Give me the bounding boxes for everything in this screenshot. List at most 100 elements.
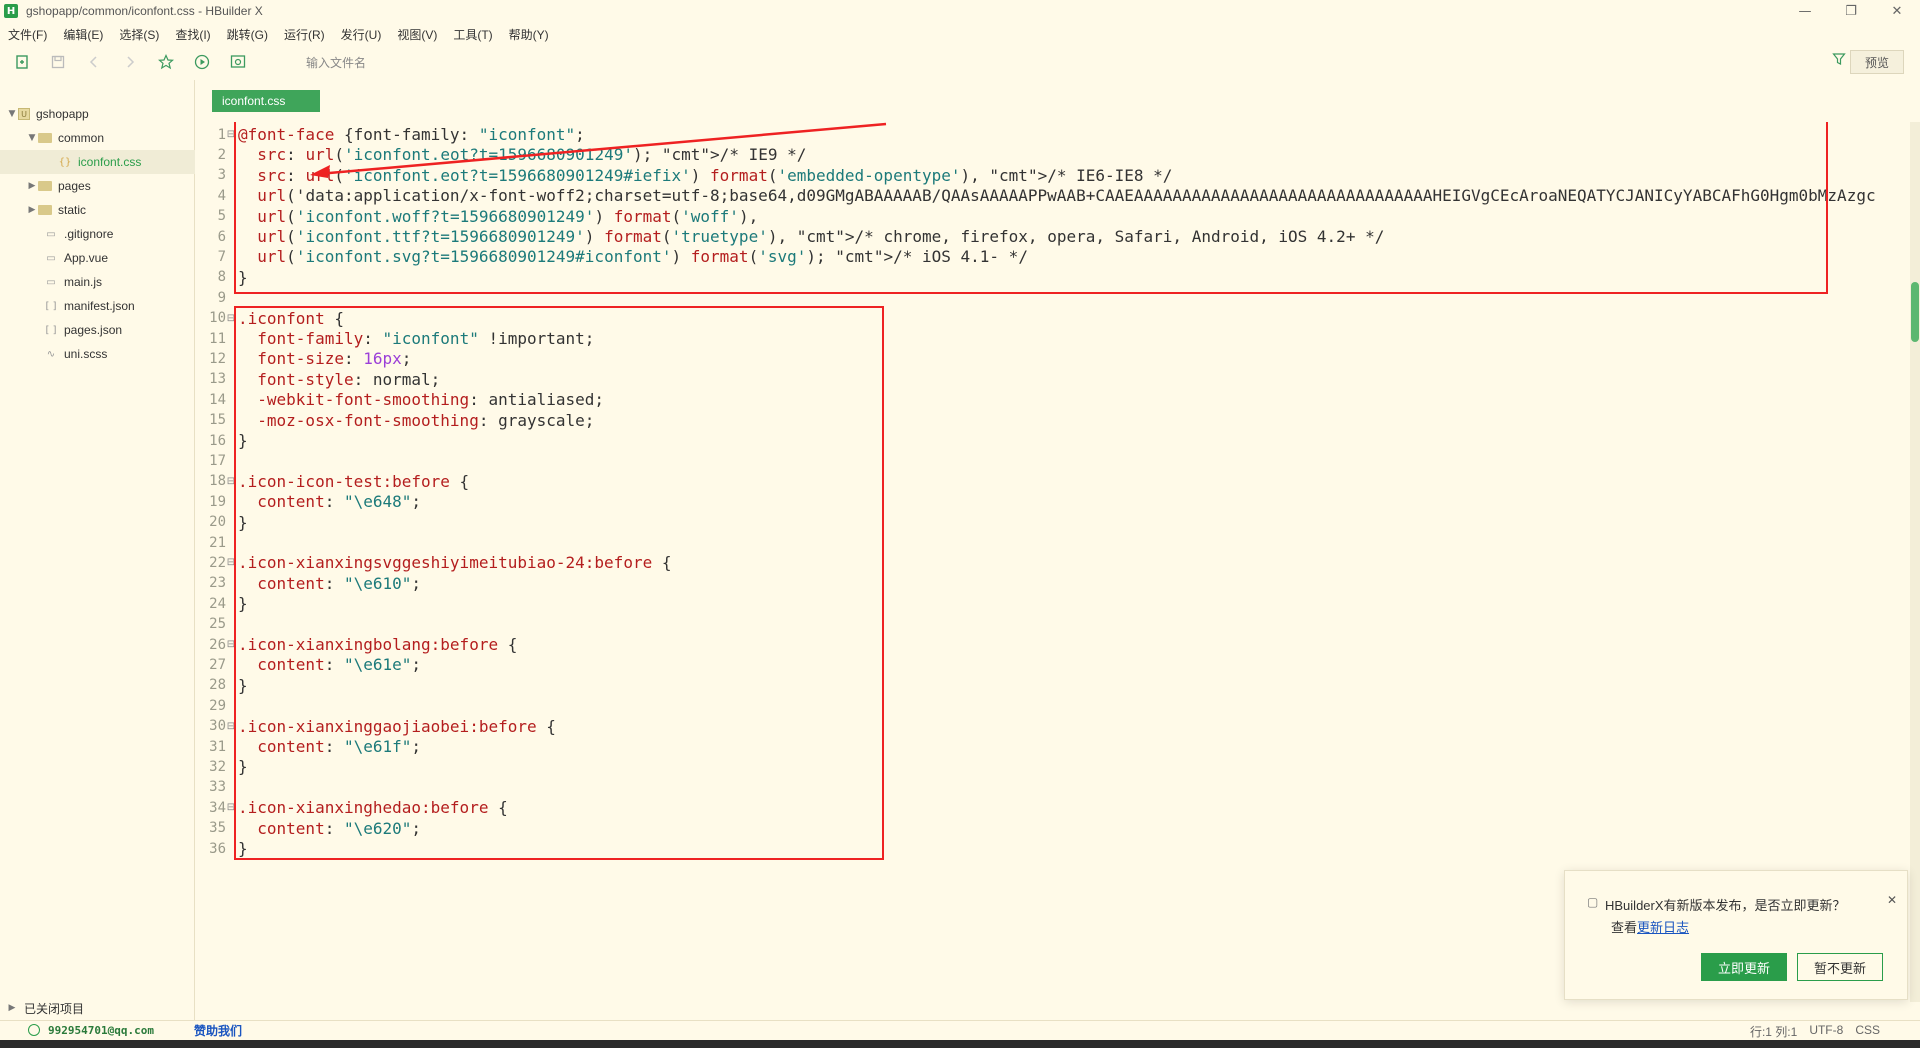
tree-item-label: .gitignore (64, 227, 114, 241)
restore-icon[interactable]: ❐ (1828, 0, 1874, 22)
update-later-button[interactable]: 暂不更新 (1797, 953, 1883, 981)
tree-item-uni-scss[interactable]: ∿ uni.scss (0, 342, 195, 366)
tree-item-label: manifest.json (64, 299, 135, 313)
line-number: 29 (209, 697, 226, 714)
menu-run[interactable]: 运行(R) (276, 26, 333, 43)
code-text: -moz-osx-font-smoothing: grayscale; (257, 410, 595, 430)
tree-item-label: pages (58, 179, 91, 193)
update-now-button[interactable]: 立即更新 (1701, 953, 1787, 981)
tree-item-pages[interactable]: ▶ pages (0, 174, 195, 198)
fold-icon[interactable]: ⊟ (226, 476, 236, 487)
line-number: 3 (217, 167, 226, 184)
line-number: 21 (209, 534, 226, 551)
tree-item-gitignore[interactable]: ▭ .gitignore (0, 222, 195, 246)
project-sidebar: ▼ U gshopapp ▼ common {} iconfont.css ▶ … (0, 80, 195, 1020)
tree-item-project[interactable]: ▼ U gshopapp (0, 102, 195, 126)
title-bar: H gshopapp/common/iconfont.css - HBuilde… (0, 0, 1920, 22)
code-text: .icon-xianxinghedao:before { (238, 798, 508, 818)
chevron-down-icon[interactable]: ▼ (6, 109, 18, 119)
tree-item-label: common (58, 131, 105, 145)
save-icon[interactable] (48, 52, 68, 72)
line-number: 14 (209, 391, 226, 408)
tree-item-static[interactable]: ▶ static (0, 198, 195, 222)
tree-item-app-vue[interactable]: ▭ App.vue (0, 246, 195, 270)
changelog-link[interactable]: 更新日志 (1637, 917, 1689, 936)
menu-goto[interactable]: 跳转(G) (219, 26, 276, 43)
menu-publish[interactable]: 发行(U) (333, 26, 390, 43)
os-taskbar (0, 1040, 1920, 1048)
line-number: 9 (217, 289, 226, 306)
line-number: 17 (209, 452, 226, 469)
menu-find[interactable]: 查找(I) (167, 26, 218, 43)
filter-icon[interactable] (1832, 52, 1846, 70)
file-icon: ▭ (46, 228, 56, 240)
line-number: 18 (209, 473, 226, 490)
line-number: 7 (217, 248, 226, 265)
close-icon[interactable]: ✕ (1874, 0, 1920, 22)
window-controls: — ❐ ✕ (1782, 0, 1920, 22)
menu-edit[interactable]: 编辑(E) (55, 26, 111, 43)
sponsor-link[interactable]: 赞助我们 (194, 1022, 242, 1039)
menu-file[interactable]: 文件(F) (0, 26, 55, 43)
minimize-icon[interactable]: — (1782, 0, 1828, 22)
menu-tools[interactable]: 工具(T) (445, 26, 500, 43)
code-text: content: "\e648"; (257, 492, 422, 512)
tab-iconfont-css[interactable]: iconfont.css (212, 90, 320, 112)
code-text: -webkit-font-smoothing: antialiased; (257, 390, 605, 410)
toolbar: 输入文件名 预览 (0, 46, 1920, 78)
line-number: 16 (209, 432, 226, 449)
tree-item-label: main.js (64, 275, 103, 289)
chevron-right-icon[interactable]: ▶ (26, 181, 38, 191)
fold-icon[interactable]: ⊟ (226, 557, 236, 568)
hbuilder-window: H gshopapp/common/iconfont.css - HBuilde… (0, 0, 1920, 1048)
back-icon[interactable] (84, 52, 104, 72)
menu-view[interactable]: 视图(V) (389, 26, 445, 43)
close-icon[interactable]: ✕ (1887, 893, 1897, 907)
fold-icon[interactable]: ⊟ (226, 129, 236, 140)
fold-icon[interactable]: ⊟ (226, 802, 236, 813)
vue-file-icon: ▭ (46, 252, 56, 264)
cursor-position[interactable]: 行:1 列:1 (1750, 1023, 1797, 1040)
menu-select[interactable]: 选择(S) (111, 26, 167, 43)
code-line[interactable]: 36} (196, 836, 1920, 861)
code-text: } (238, 594, 248, 614)
annotation-arrow-icon (310, 122, 887, 178)
tree-item-common[interactable]: ▼ common (0, 126, 195, 150)
new-file-icon[interactable] (12, 52, 32, 72)
tree-item-iconfont-css[interactable]: {} iconfont.css (0, 150, 195, 174)
chevron-right-icon[interactable]: ▶ (6, 1003, 18, 1013)
code-text: url('iconfont.ttf?t=1596680901249') form… (257, 227, 1385, 246)
chevron-down-icon[interactable]: ▼ (26, 133, 38, 143)
closed-projects[interactable]: ▶ 已关闭项目 (0, 996, 195, 1020)
line-number: 8 (217, 269, 226, 286)
tree-item-label: gshopapp (36, 107, 89, 121)
scrollbar-thumb[interactable] (1911, 282, 1919, 342)
menu-help[interactable]: 帮助(Y) (501, 26, 557, 43)
line-number: 28 (209, 677, 226, 694)
tree-item-label: iconfont.css (78, 155, 142, 169)
tree-item-manifest-json[interactable]: [ ] manifest.json (0, 294, 195, 318)
user-icon (28, 1024, 40, 1036)
line-number: 13 (209, 371, 226, 388)
code-text: } (238, 512, 248, 532)
message-icon: ▢ (1587, 895, 1599, 909)
file-encoding[interactable]: UTF-8 (1809, 1023, 1843, 1040)
file-search-input[interactable]: 输入文件名 (306, 46, 1806, 78)
status-right: 行:1 列:1 UTF-8 CSS (1750, 1023, 1880, 1040)
user-account[interactable]: 992954701@qq.com (48, 1024, 154, 1037)
file-language[interactable]: CSS (1855, 1023, 1880, 1040)
fold-icon[interactable]: ⊟ (226, 721, 236, 732)
star-icon[interactable] (156, 52, 176, 72)
window-title: gshopapp/common/iconfont.css - HBuilder … (26, 4, 263, 18)
vertical-scrollbar[interactable] (1910, 122, 1920, 1002)
browser-preview-icon[interactable] (228, 52, 248, 72)
tree-item-pages-json[interactable]: [ ] pages.json (0, 318, 195, 342)
tree-item-main-js[interactable]: ▭ main.js (0, 270, 195, 294)
chevron-right-icon[interactable]: ▶ (26, 205, 38, 215)
preview-button[interactable]: 预览 (1850, 50, 1904, 74)
line-number: 2 (217, 146, 226, 163)
fold-icon[interactable]: ⊟ (226, 313, 236, 324)
forward-icon[interactable] (120, 52, 140, 72)
fold-icon[interactable]: ⊟ (226, 639, 236, 650)
run-icon[interactable] (192, 52, 212, 72)
